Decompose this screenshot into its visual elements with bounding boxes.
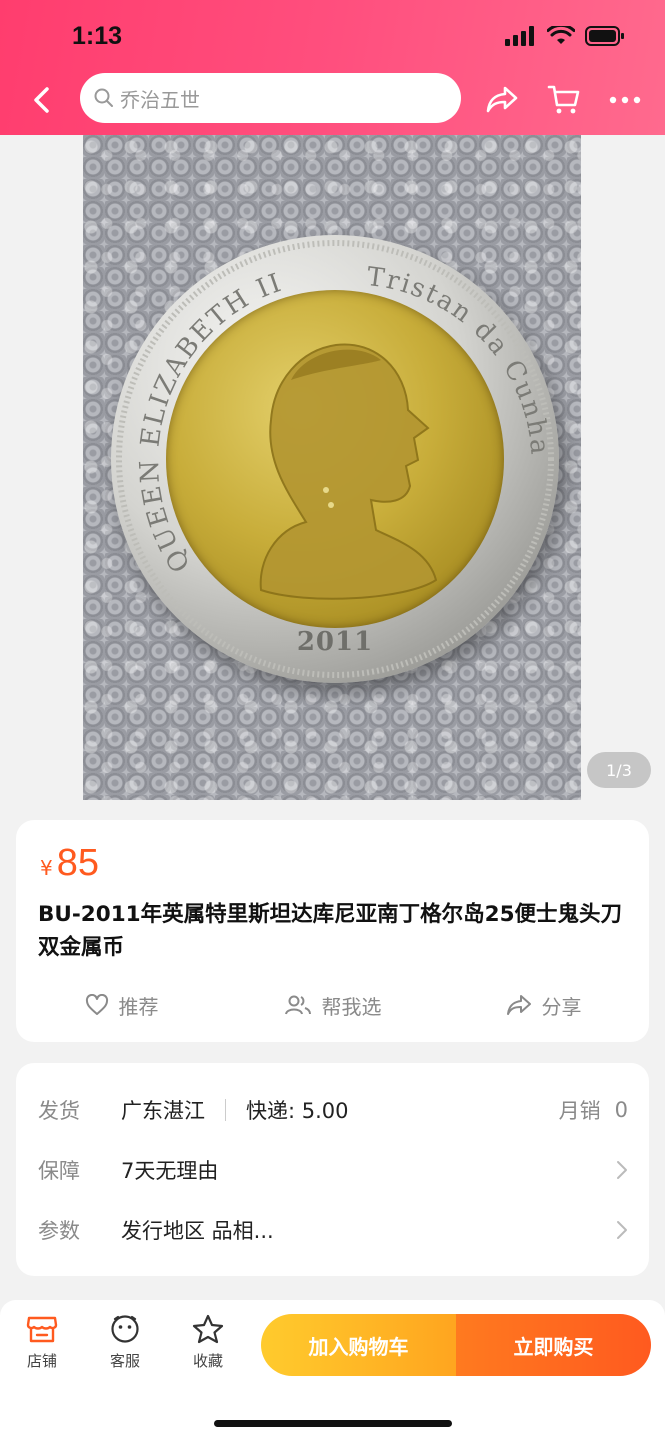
monthly-sales: 月销 0: [559, 1095, 628, 1125]
help-choose-label: 帮我选: [321, 994, 382, 1019]
cart-button[interactable]: [546, 82, 582, 118]
params-label: 参数: [38, 1219, 80, 1243]
status-icons: [505, 26, 625, 46]
help-choose-button[interactable]: 帮我选: [227, 985, 438, 1025]
search-placeholder: 乔治五世: [120, 87, 200, 112]
product-info-card: 发货 广东湛江 快递: 5.00 月销 0 保障 7天无理由 参数 发行地区 品…: [16, 1063, 649, 1276]
customer-service-tab[interactable]: 客服: [95, 1314, 155, 1371]
chevron-right-icon: [616, 1220, 628, 1240]
store-tab[interactable]: 店铺: [12, 1314, 72, 1371]
page-indicator: 1/3: [587, 752, 651, 788]
back-icon: [34, 87, 49, 113]
coin-center: [166, 290, 504, 628]
price-value: 85: [56, 842, 100, 884]
shipping-row[interactable]: 发货 广东湛江 快递: 5.00 月销 0: [38, 1090, 628, 1130]
add-to-cart-button[interactable]: 加入购物车: [261, 1314, 456, 1376]
purchase-buttons: 加入购物车 立即购买: [261, 1314, 651, 1376]
monthly-sales-value: 0: [614, 1098, 628, 1122]
monthly-sales-label: 月销: [558, 1099, 601, 1123]
store-icon: [26, 1316, 58, 1343]
currency-symbol: ¥: [40, 856, 53, 880]
product-photo[interactable]: QUEEN ELIZABETH II Tristan da Cunha 2011: [83, 135, 581, 800]
coin-year: 2011: [296, 627, 374, 657]
status-bar: 1:13: [0, 0, 665, 70]
star-icon: [192, 1314, 224, 1344]
buy-now-button[interactable]: 立即购买: [456, 1314, 651, 1376]
cart-icon: [547, 85, 580, 114]
more-button[interactable]: [607, 82, 643, 118]
share-label: 分享: [541, 994, 582, 1019]
coin-image: QUEEN ELIZABETH II Tristan da Cunha 2011: [111, 235, 559, 683]
guarantee-row[interactable]: 保障 7天无理由: [38, 1150, 628, 1190]
search-input[interactable]: 乔治五世: [80, 73, 461, 123]
store-label: 店铺: [26, 1352, 57, 1370]
service-icon: [111, 1315, 139, 1343]
heart-icon: [85, 994, 108, 1015]
chevron-right-icon: [616, 1160, 628, 1180]
bottom-action-bar: 店铺 客服 收藏 加入购物车 立即购买: [0, 1300, 665, 1440]
share-button[interactable]: [484, 82, 520, 118]
divider: [225, 1099, 226, 1121]
people-icon: [284, 995, 311, 1015]
share-icon: [506, 995, 531, 1015]
product-title: BU-2011年英属特里斯坦达库尼亚南丁格尔岛25便士鬼头刀双金属币: [38, 902, 623, 960]
back-button[interactable]: [24, 82, 60, 118]
share-product-button[interactable]: 分享: [438, 985, 649, 1025]
guarantee-value: 7天无理由: [121, 1159, 219, 1183]
guarantee-label: 保障: [38, 1159, 80, 1183]
product-actions: 推荐 帮我选 分享: [16, 985, 649, 1025]
params-row[interactable]: 参数 发行地区 品相...: [38, 1210, 628, 1250]
status-time: 1:13: [72, 22, 123, 50]
more-icon: [609, 96, 641, 104]
header: 1:13 乔治五世: [0, 0, 665, 135]
product-gallery[interactable]: QUEEN ELIZABETH II Tristan da Cunha 2011…: [0, 135, 665, 800]
share-icon: [486, 86, 518, 113]
recommend-button[interactable]: 推荐: [16, 985, 227, 1025]
favorite-label: 收藏: [192, 1352, 223, 1370]
nav-bar: 乔治五世: [0, 70, 665, 130]
service-label: 客服: [109, 1352, 140, 1370]
product-price: ¥ 85: [40, 842, 99, 885]
wifi-icon: [547, 26, 575, 44]
shipping-label: 发货: [38, 1099, 80, 1123]
signal-icon: [505, 26, 534, 46]
params-value: 发行地区 品相...: [121, 1219, 274, 1243]
shipping-from: 广东湛江: [121, 1099, 205, 1123]
battery-icon: [585, 26, 624, 46]
recommend-label: 推荐: [118, 994, 159, 1019]
favorite-tab[interactable]: 收藏: [178, 1314, 238, 1371]
queen-portrait-icon: [259, 343, 438, 600]
search-icon: [94, 88, 113, 107]
shipping-fee: 快递: 5.00: [246, 1099, 349, 1123]
home-indicator[interactable]: [214, 1420, 452, 1427]
product-summary-card: ¥ 85 BU-2011年英属特里斯坦达库尼亚南丁格尔岛25便士鬼头刀双金属币 …: [16, 820, 649, 1042]
